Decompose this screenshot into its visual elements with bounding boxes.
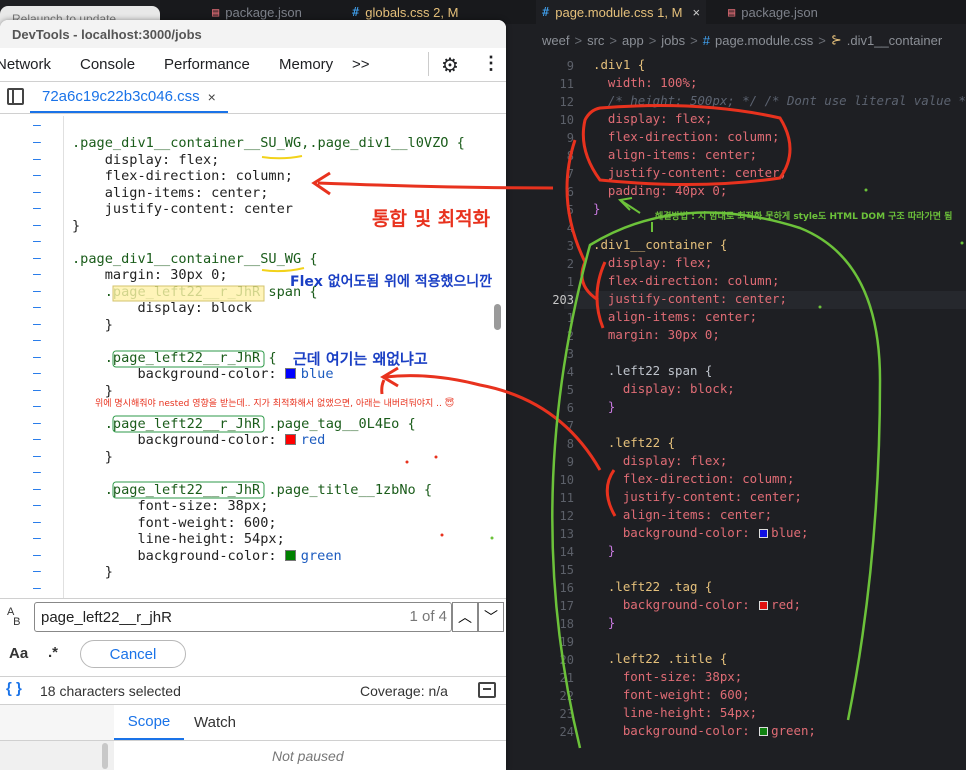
red-circle	[581, 104, 792, 187]
match-outline	[112, 415, 265, 433]
red-arrow	[317, 181, 554, 190]
annotation-nested-note: 위에 명시해줘야 nested 영향을 받는데.. 지가 최적화해서 없앴으면,…	[95, 399, 455, 409]
annotation-merge: 통합 및 최적화	[372, 208, 491, 230]
red-arrow	[384, 374, 602, 471]
red-bracket	[605, 469, 617, 517]
red-bracket	[565, 139, 607, 329]
green-loop	[551, 211, 882, 749]
yellow-underline	[261, 155, 303, 160]
search-match-highlight	[112, 285, 265, 302]
annotation-solution: 해결방법 : 지 맘대로 최적화 못하게 style도 HTML DOM 구조 …	[655, 212, 953, 222]
match-outline	[112, 481, 265, 499]
match-outline	[112, 350, 265, 368]
annotation-why-gone: 근데 여기는 왜없냐고	[293, 350, 428, 368]
annotation-strokes	[112, 104, 964, 749]
red-tick	[380, 379, 386, 395]
annotation-flex-note: Flex 없어도됨 위에 적용했으니깐	[290, 274, 493, 290]
green-arrow	[617, 197, 641, 214]
